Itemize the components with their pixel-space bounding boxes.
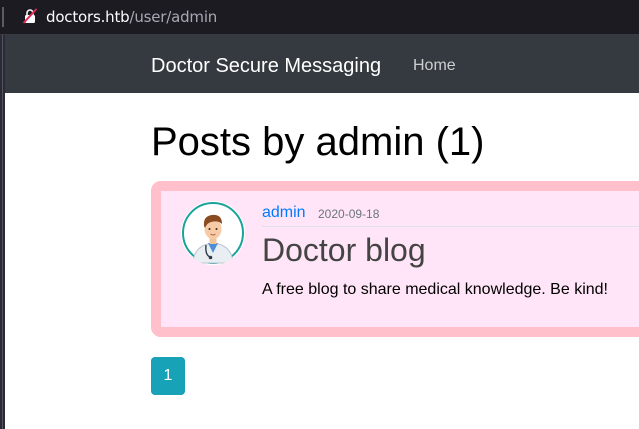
post-card: admin 2020-09-18 Doctor blog A free blog… bbox=[151, 181, 639, 337]
url-path: /user/admin bbox=[129, 8, 218, 26]
edge-line bbox=[2, 35, 3, 429]
post-date: 2020-09-18 bbox=[318, 207, 380, 221]
post-content: A free blog to share medical knowledge. … bbox=[262, 281, 608, 298]
post-title-link[interactable]: Doctor blog bbox=[262, 231, 426, 269]
doctor-avatar-icon bbox=[181, 201, 245, 265]
url-host: doctors.htb bbox=[46, 8, 130, 26]
browser-left-edge bbox=[0, 35, 5, 429]
page-title: Posts by admin (1) bbox=[151, 120, 485, 164]
nav-link-home[interactable]: Home bbox=[413, 56, 456, 76]
pagination-page-1[interactable]: 1 bbox=[151, 357, 185, 395]
sidebar-divider bbox=[2, 7, 4, 27]
post-author-link[interactable]: admin bbox=[262, 203, 306, 223]
post-meta-divider bbox=[262, 226, 639, 227]
url-text[interactable]: doctors.htb/user/admin bbox=[46, 7, 217, 27]
insecure-connection-icon[interactable] bbox=[22, 8, 38, 24]
browser-address-bar[interactable]: doctors.htb/user/admin bbox=[0, 0, 639, 35]
navbar-brand[interactable]: Doctor Secure Messaging bbox=[151, 54, 381, 78]
navbar: Doctor Secure Messaging Home bbox=[5, 35, 639, 93]
